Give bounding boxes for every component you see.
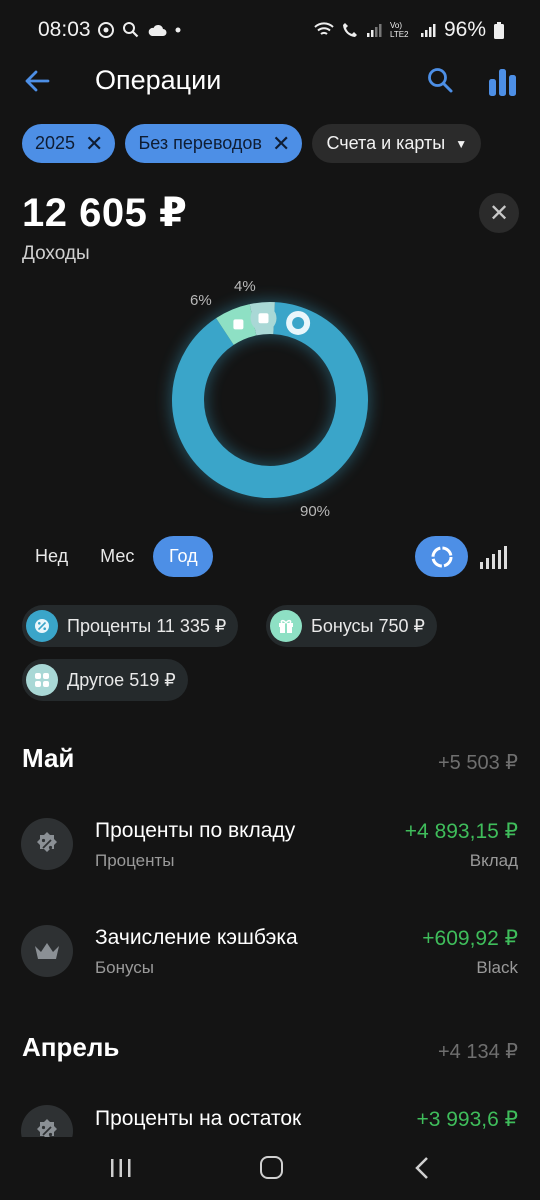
- section-title-may: Май: [22, 743, 75, 773]
- donut-view-button[interactable]: [415, 536, 468, 577]
- search-icon: [428, 68, 453, 93]
- transaction-account: Вклад: [469, 851, 518, 870]
- period-week-button[interactable]: Нед: [22, 536, 81, 577]
- lte-label: Vo) LTE2: [389, 21, 409, 39]
- transaction-amount: +609,92 ₽: [422, 927, 518, 950]
- transaction-title: Проценты на остаток: [95, 1107, 302, 1130]
- battery-icon: [494, 21, 504, 39]
- filter-no-transfers-label: Без переводов: [138, 133, 262, 153]
- bars-view-button[interactable]: [478, 544, 508, 570]
- pct-label-bonuses: 6%: [190, 292, 212, 309]
- arrow-left-icon: [25, 70, 50, 92]
- transaction-amount: +4 893,15 ₽: [404, 820, 518, 843]
- recents-button[interactable]: [110, 1158, 132, 1178]
- grid-icon: [26, 664, 58, 696]
- filter-chip-accounts[interactable]: Счета и карты ▼: [312, 124, 482, 163]
- pct-label-interest: 90%: [300, 503, 331, 520]
- period-year-button[interactable]: Год: [153, 536, 214, 577]
- income-donut-chart: 6% 4% 90%: [150, 270, 390, 530]
- status-time: 08:03: [38, 18, 91, 41]
- gift-icon: [270, 610, 302, 642]
- transaction-account: Black: [476, 958, 518, 977]
- app-header: Операции: [0, 60, 540, 104]
- pct-label-other: 4%: [234, 278, 256, 295]
- search-status-icon: [122, 21, 139, 38]
- category-pill-bonuses[interactable]: Бонусы 750 ₽: [266, 605, 437, 647]
- period-toggle: Нед Мес Год: [22, 536, 214, 577]
- chevron-left-icon: [415, 1157, 428, 1179]
- filter-accounts-label: Счета и карты: [326, 133, 446, 153]
- category-label: Другое 519 ₽: [67, 669, 176, 690]
- section-sum-may: +5 503 ₽: [437, 752, 518, 774]
- close-summary-button[interactable]: ✕: [479, 193, 519, 233]
- crown-icon: [21, 925, 73, 977]
- bars-icon: [480, 546, 507, 569]
- filter-year-label: 2025: [35, 133, 76, 153]
- close-icon[interactable]: ✕: [85, 132, 103, 155]
- close-icon[interactable]: ✕: [272, 132, 290, 155]
- close-icon: ✕: [488, 199, 510, 227]
- transaction-title: Проценты по вкладу: [95, 819, 296, 842]
- donut-svg: [169, 299, 371, 501]
- category-label: Бонусы 750 ₽: [311, 615, 425, 636]
- donut-icon: [431, 546, 452, 567]
- system-back-button[interactable]: [414, 1156, 430, 1180]
- total-label: Доходы: [22, 243, 90, 264]
- category-pill-interest[interactable]: Проценты 11 335 ₽: [22, 605, 239, 647]
- donut-gift-icon-glyph: [233, 319, 244, 330]
- page-title: Операции: [95, 65, 222, 95]
- caret-down-icon: ▼: [455, 136, 468, 151]
- section-sum-april: +4 134 ₽: [437, 1041, 518, 1063]
- bar-chart-icon: [489, 69, 516, 96]
- back-button[interactable]: [22, 66, 52, 96]
- category-label: Проценты 11 335 ₽: [67, 615, 227, 636]
- battery-text: 96%: [443, 18, 486, 41]
- analytics-button[interactable]: [487, 66, 519, 98]
- cloud-icon: [147, 23, 167, 37]
- category-pill-other[interactable]: Другое 519 ₽: [22, 659, 188, 701]
- percent-badge-icon: [26, 610, 58, 642]
- transaction-title: Зачисление кэшбэка: [95, 926, 298, 949]
- filter-chips: 2025 ✕ Без переводов ✕ Счета и карты ▼: [22, 124, 482, 163]
- percent-badge-icon: [21, 818, 73, 870]
- chrome-icon: [98, 21, 114, 38]
- donut-grid-icon-glyph: [258, 313, 269, 324]
- signal-icon: [366, 22, 382, 38]
- status-bar: 08:03 Vo) LTE2 96%: [0, 0, 540, 60]
- donut-percent-icon-glyph: [292, 316, 305, 329]
- transaction-category: Проценты: [95, 851, 175, 870]
- signal-icon-2: [420, 22, 436, 38]
- period-month-button[interactable]: Мес: [87, 536, 147, 577]
- recents-icon: [111, 1159, 131, 1177]
- donut-slice-interest[interactable]: [172, 302, 368, 498]
- total-amount: 12 605 ₽: [22, 191, 188, 235]
- call-icon: [342, 22, 358, 38]
- filter-chip-year[interactable]: 2025 ✕: [22, 124, 116, 163]
- home-button[interactable]: [260, 1156, 283, 1179]
- dot-icon: [175, 27, 181, 33]
- transaction-amount: +3 993,6 ₽: [416, 1108, 518, 1131]
- wifi-icon: [314, 22, 334, 38]
- transaction-category: Бонусы: [95, 958, 155, 977]
- system-nav-bar: [0, 1137, 540, 1200]
- filter-chip-no-transfers[interactable]: Без переводов ✕: [125, 124, 303, 163]
- section-title-april: Апрель: [22, 1032, 120, 1062]
- search-button[interactable]: [426, 66, 454, 94]
